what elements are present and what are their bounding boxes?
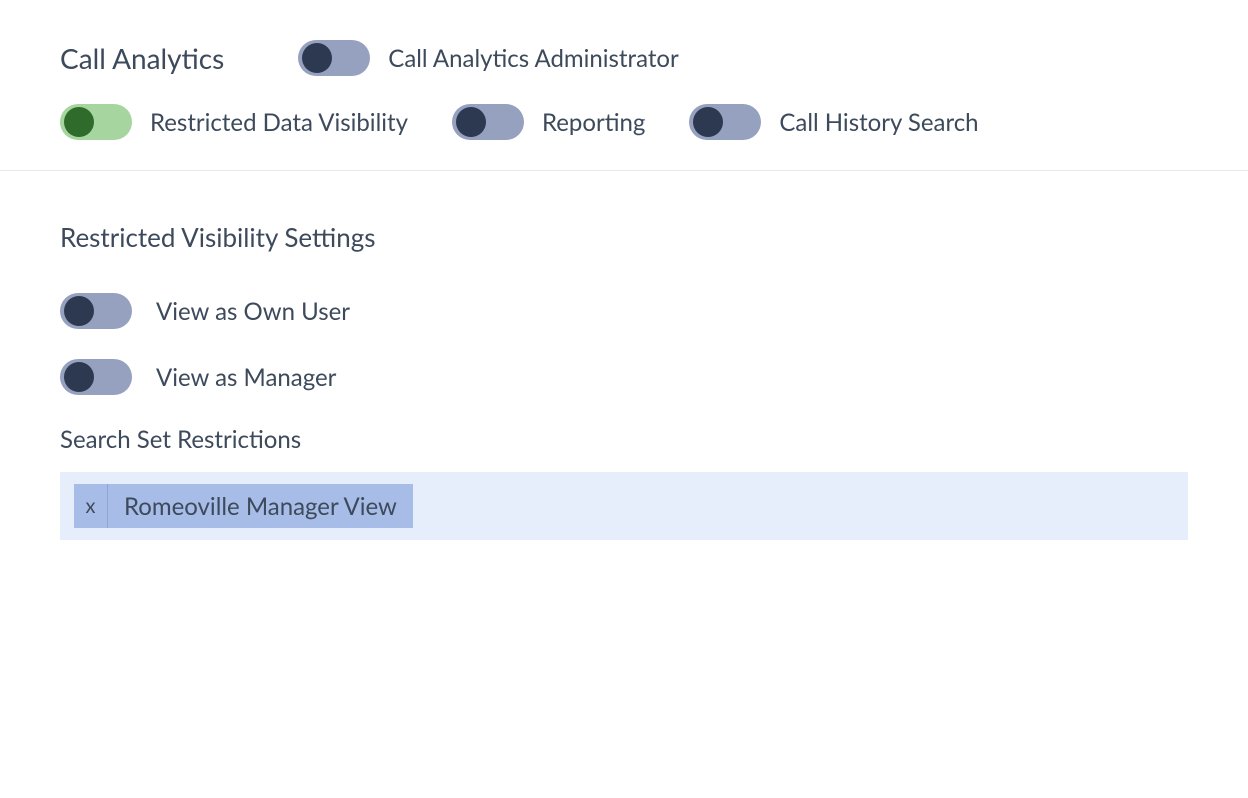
restriction-tag: x Romeoville Manager View — [74, 484, 413, 528]
restriction-tag-label: Romeoville Manager View — [108, 484, 413, 528]
toggle-restricted-data-visibility[interactable] — [60, 104, 132, 140]
toggle-label-history: Call History Search — [779, 108, 978, 137]
toggle-group-restricted: Restricted Data Visibility — [60, 104, 408, 140]
toggle-group-admin: Call Analytics Administrator — [298, 40, 678, 76]
toggle-reporting[interactable] — [452, 104, 524, 140]
toggle-label-reporting: Reporting — [542, 108, 645, 137]
toggle-knob — [64, 362, 94, 392]
remove-tag-button[interactable]: x — [74, 484, 108, 528]
toggle-label-manager: View as Manager — [156, 363, 336, 392]
toggle-label-admin: Call Analytics Administrator — [388, 44, 678, 73]
toggle-view-as-own-user[interactable] — [60, 293, 132, 329]
toggle-call-history-search[interactable] — [689, 104, 761, 140]
call-analytics-section: Call Analytics Call Analytics Administra… — [0, 0, 1248, 171]
search-set-restrictions-input[interactable]: x Romeoville Manager View — [60, 472, 1188, 540]
toggle-group-own-user: View as Own User — [60, 293, 1188, 329]
toggle-group-reporting: Reporting — [452, 104, 645, 140]
restricted-visibility-settings-section: Restricted Visibility Settings View as O… — [0, 171, 1248, 570]
toggle-knob — [456, 107, 486, 137]
section-heading: Call Analytics — [60, 41, 224, 75]
toggle-call-analytics-admin[interactable] — [298, 40, 370, 76]
toggle-label-restricted: Restricted Data Visibility — [150, 108, 408, 137]
settings-heading: Restricted Visibility Settings — [60, 221, 1188, 253]
top-row-1: Call Analytics Call Analytics Administra… — [60, 40, 1188, 76]
toggle-group-manager: View as Manager — [60, 359, 1188, 395]
top-row-2: Restricted Data Visibility Reporting Cal… — [60, 104, 1188, 140]
toggle-knob — [302, 43, 332, 73]
toggle-label-own-user: View as Own User — [156, 297, 350, 326]
toggle-group-history: Call History Search — [689, 104, 978, 140]
toggle-knob — [64, 107, 94, 137]
toggle-knob — [693, 107, 723, 137]
search-set-heading: Search Set Restrictions — [60, 425, 1188, 454]
toggle-view-as-manager[interactable] — [60, 359, 132, 395]
toggle-knob — [64, 296, 94, 326]
